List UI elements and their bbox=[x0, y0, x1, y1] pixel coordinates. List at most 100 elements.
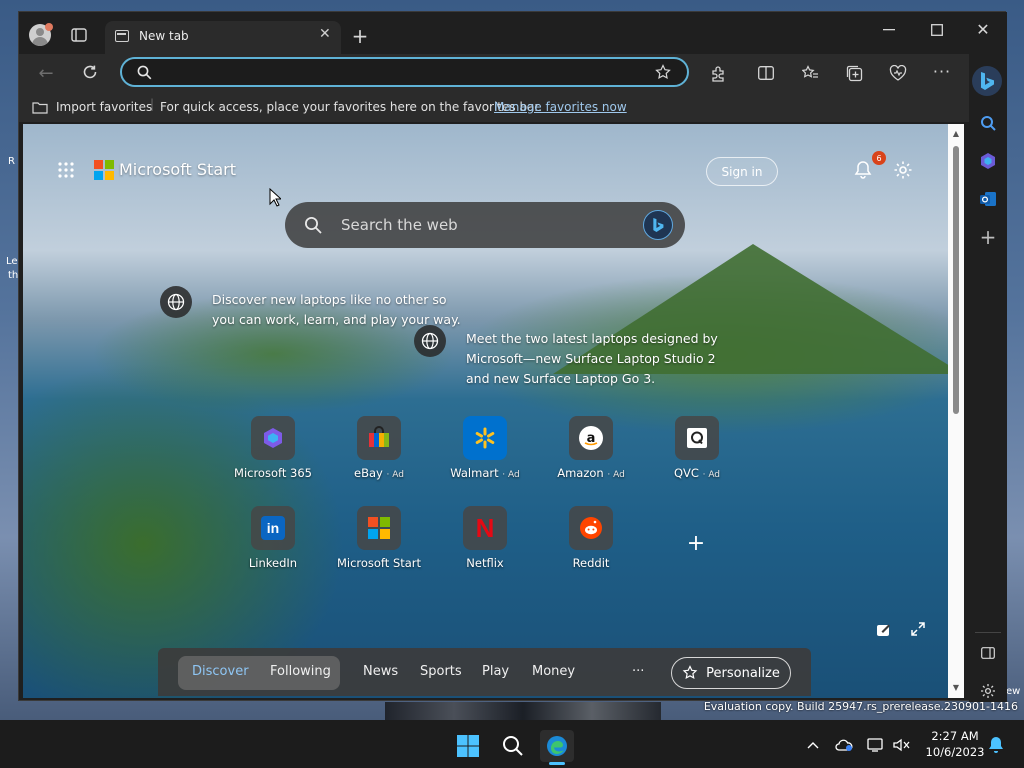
new-tab-plus-icon[interactable]: + bbox=[349, 24, 371, 48]
title-bar: New tab ✕ + ✕ bbox=[19, 12, 1007, 54]
personalize-pencil-icon bbox=[682, 665, 698, 680]
tile-label: Reddit bbox=[572, 556, 610, 570]
quick-link-walmart[interactable]: Walmart · Ad bbox=[430, 416, 540, 496]
sidebar-search-icon[interactable] bbox=[977, 112, 999, 134]
favorite-star-icon[interactable] bbox=[654, 63, 672, 81]
tile-label: Netflix bbox=[466, 556, 504, 570]
collections-icon[interactable] bbox=[843, 62, 865, 84]
tile-label: QVC · Ad bbox=[673, 466, 721, 480]
tile-label: LinkedIn bbox=[248, 556, 298, 570]
add-quick-link-icon[interactable]: + bbox=[684, 531, 708, 556]
more-options-icon[interactable]: ··· bbox=[931, 60, 953, 82]
system-clock[interactable]: 2:27 AM 10/6/2023 bbox=[922, 728, 988, 760]
quick-link-reddit[interactable]: Reddit bbox=[536, 506, 646, 586]
quick-link-ebay[interactable]: eBay · Ad bbox=[324, 416, 434, 496]
quick-link-microsoft-start[interactable]: Microsoft Start bbox=[324, 506, 434, 586]
mouse-cursor-icon bbox=[269, 187, 283, 212]
onedrive-cloud-icon[interactable] bbox=[834, 736, 854, 754]
feed-tab-discover[interactable]: Discover bbox=[192, 664, 249, 679]
address-input[interactable] bbox=[160, 62, 640, 82]
scrollbar-thumb[interactable] bbox=[953, 146, 959, 414]
bing-search-icon[interactable] bbox=[643, 210, 673, 240]
start-button-icon[interactable] bbox=[455, 733, 481, 759]
quick-link-microsoft-365[interactable]: Microsoft 365 bbox=[218, 416, 328, 496]
tile-label: eBay · Ad bbox=[354, 466, 404, 480]
expand-view-icon[interactable] bbox=[908, 619, 928, 639]
microsoft-365-icon bbox=[251, 416, 295, 460]
split-screen-icon[interactable] bbox=[755, 62, 777, 84]
desktop-fragment: Le bbox=[6, 256, 18, 267]
volume-muted-icon[interactable] bbox=[892, 736, 912, 754]
tab-title: New tab bbox=[139, 29, 189, 43]
quick-link-qvc[interactable]: QVC · Ad bbox=[642, 416, 752, 496]
active-app-indicator bbox=[549, 762, 565, 765]
bing-copilot-icon[interactable] bbox=[972, 66, 1002, 96]
edit-background-icon[interactable] bbox=[874, 620, 894, 640]
tray-overflow-chevron-icon[interactable] bbox=[804, 736, 822, 754]
web-search-icon bbox=[303, 215, 323, 235]
address-bar[interactable] bbox=[120, 57, 689, 87]
web-search-box[interactable]: Search the web bbox=[285, 202, 685, 248]
manage-favorites-link[interactable]: Manage favorites now bbox=[494, 100, 627, 114]
scroll-down-icon[interactable]: ▼ bbox=[951, 682, 961, 692]
sidebar-copilot-icon[interactable] bbox=[977, 150, 999, 172]
quick-link-amazon[interactable]: a Amazon · Ad bbox=[536, 416, 646, 496]
favorites-icon[interactable] bbox=[799, 62, 821, 84]
network-icon[interactable] bbox=[866, 736, 886, 754]
taskbar-edge-icon[interactable] bbox=[540, 730, 574, 762]
hide-sidebar-icon[interactable] bbox=[977, 642, 999, 664]
import-favorites-link[interactable]: Import favorites bbox=[56, 100, 152, 114]
personalize-button[interactable]: Personalize bbox=[671, 657, 791, 689]
globe-icon[interactable] bbox=[414, 325, 446, 357]
close-window-icon[interactable]: ✕ bbox=[971, 16, 995, 42]
desktop-fragment: th bbox=[8, 270, 19, 281]
taskbar-search-icon[interactable] bbox=[500, 733, 526, 759]
tab-close-icon[interactable]: ✕ bbox=[319, 26, 331, 42]
import-favorites-icon[interactable] bbox=[31, 99, 49, 115]
refresh-icon[interactable] bbox=[79, 61, 101, 83]
favorites-hint-text: For quick access, place your favorites h… bbox=[160, 100, 543, 114]
feed-tab-sports[interactable]: Sports bbox=[420, 664, 462, 679]
sidebar-divider bbox=[975, 632, 1001, 633]
notification-bell-icon[interactable] bbox=[986, 735, 1006, 755]
feed-tab-following[interactable]: Following bbox=[270, 664, 331, 679]
promo-surface-laptop-2[interactable]: Meet the two latest laptops designed by … bbox=[466, 329, 726, 389]
feed-tab-news[interactable]: News bbox=[363, 664, 398, 679]
personalize-label: Personalize bbox=[706, 665, 780, 681]
tile-label: Microsoft Start bbox=[336, 556, 422, 570]
globe-icon[interactable] bbox=[160, 286, 192, 318]
web-search-placeholder[interactable]: Search the web bbox=[341, 216, 458, 234]
qvc-icon bbox=[675, 416, 719, 460]
page-scrollbar[interactable]: ▲ ▼ bbox=[948, 124, 964, 698]
back-arrow-icon[interactable]: ← bbox=[35, 62, 57, 84]
promo-surface-laptop-1[interactable]: Discover new laptops like no other so yo… bbox=[212, 290, 462, 330]
extensions-icon[interactable] bbox=[707, 62, 729, 84]
linkedin-glyph: in bbox=[261, 516, 285, 540]
notifications-bell-icon[interactable] bbox=[851, 158, 875, 182]
feed-tab-play[interactable]: Play bbox=[482, 664, 509, 679]
maximize-icon[interactable] bbox=[925, 18, 949, 42]
sidebar-add-icon[interactable]: + bbox=[977, 225, 999, 249]
quick-link-linkedin[interactable]: in LinkedIn bbox=[218, 506, 328, 586]
browser-essentials-icon[interactable] bbox=[887, 62, 909, 84]
desktop-fragment: R bbox=[8, 156, 15, 167]
sidebar-outlook-icon[interactable] bbox=[977, 188, 999, 210]
tab-actions-icon[interactable] bbox=[69, 26, 89, 44]
quick-link-netflix[interactable]: N Netflix bbox=[430, 506, 540, 586]
feed-tab-money[interactable]: Money bbox=[532, 664, 575, 679]
ebay-bag-icon bbox=[357, 416, 401, 460]
scroll-up-icon[interactable]: ▲ bbox=[951, 128, 961, 138]
app-launcher-icon[interactable] bbox=[56, 160, 76, 180]
walmart-spark-icon bbox=[463, 416, 507, 460]
tab-new-tab[interactable]: New tab ✕ bbox=[105, 21, 341, 54]
tile-label: Walmart · Ad bbox=[450, 466, 520, 480]
brand-title[interactable]: Microsoft Start bbox=[119, 160, 236, 179]
minimize-icon[interactable] bbox=[877, 18, 901, 42]
search-icon bbox=[136, 64, 152, 80]
feed-navigation-bar: Discover Following News Sports Play Mone… bbox=[158, 648, 811, 696]
sidebar-settings-icon[interactable] bbox=[977, 680, 999, 702]
feed-more-icon[interactable]: ··· bbox=[632, 664, 644, 679]
amazon-icon: a bbox=[569, 416, 613, 460]
page-settings-gear-icon[interactable] bbox=[891, 158, 915, 182]
sign-in-button[interactable]: Sign in bbox=[706, 157, 778, 186]
